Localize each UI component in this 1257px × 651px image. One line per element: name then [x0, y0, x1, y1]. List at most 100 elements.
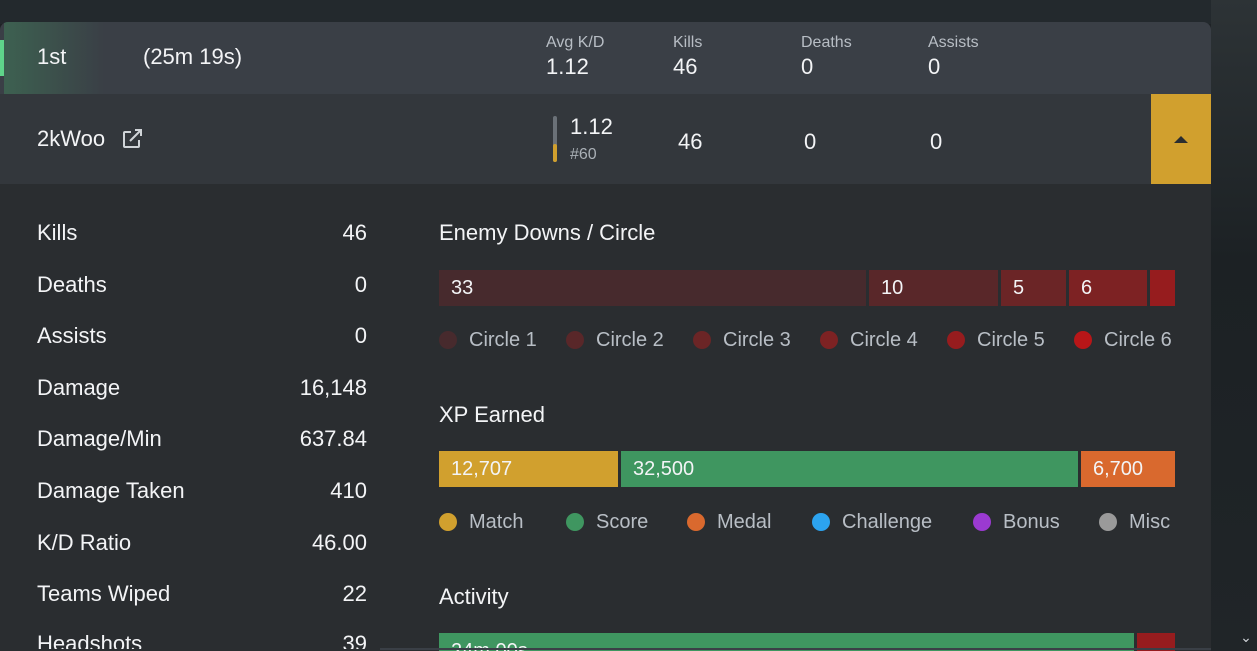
player-kd: 1.12	[570, 114, 613, 139]
stat-row: Damage/Min 637.84	[37, 426, 367, 456]
header-stat-value: 0	[801, 54, 814, 79]
legend-dot-icon	[812, 513, 830, 531]
legend-dot-icon	[693, 331, 711, 349]
stat-row: Assists 0	[37, 323, 367, 353]
header-stat-value: 0	[928, 54, 941, 79]
legend-dot-icon	[439, 331, 457, 349]
legend-label: Circle 2	[596, 329, 664, 351]
page-backdrop	[0, 0, 1257, 24]
bar-segment	[1150, 270, 1175, 306]
stat-value: 0	[354, 323, 367, 348]
stat-name: Headshots	[37, 631, 143, 649]
legend-label: Circle 6	[1104, 329, 1172, 351]
stat-value: 22	[342, 581, 367, 606]
legend-label: Medal	[717, 511, 772, 533]
legend-item[interactable]: Circle 3	[693, 329, 791, 352]
legend-item[interactable]: Circle 1	[439, 329, 537, 352]
xp-earned-title: XP Earned	[439, 402, 546, 427]
stat-row: Kills 46	[37, 220, 367, 250]
legend-item[interactable]: Bonus	[973, 511, 1060, 534]
enemy-downs-bar: 33 10 5 6	[439, 270, 1175, 306]
bar-segment: 33	[439, 270, 866, 306]
stat-row: Headshots 39	[37, 631, 367, 649]
header-stat-label: Avg K/D	[546, 34, 605, 51]
stat-row: Damage 16,148	[37, 375, 367, 405]
legend-dot-icon	[947, 331, 965, 349]
legend-dot-icon	[687, 513, 705, 531]
stat-row: Damage Taken 410	[37, 478, 367, 508]
legend-item[interactable]: Match	[439, 511, 523, 534]
legend-label: Challenge	[842, 511, 933, 533]
activity-title: Activity	[439, 584, 509, 609]
player-name-link[interactable]: 2kWoo	[37, 126, 105, 152]
stat-value: 39	[342, 631, 367, 649]
kd-rank-bar-fill	[553, 143, 557, 162]
stat-value: 46	[342, 220, 367, 245]
legend-dot-icon	[1074, 331, 1092, 349]
stat-value: 46.00	[311, 530, 367, 555]
legend-dot-icon	[566, 331, 584, 349]
legend-label: Circle 4	[850, 329, 918, 351]
legend-item[interactable]: Circle 2	[566, 329, 664, 352]
bar-segment: 10	[869, 270, 998, 306]
stat-name: Damage Taken	[37, 478, 185, 503]
bar-segment: 5	[1001, 270, 1066, 306]
legend-dot-icon	[566, 513, 584, 531]
stat-row: K/D Ratio 46.00	[37, 530, 367, 560]
stat-name: Damage/Min	[37, 426, 162, 451]
legend-item[interactable]: Circle 6	[1074, 329, 1172, 352]
match-header[interactable]: 1st (25m 19s) Avg K/D 1.12 Kills 46 Deat…	[0, 22, 1211, 94]
legend-label: Circle 5	[977, 329, 1045, 351]
header-stat-label: Assists	[928, 34, 979, 51]
scroll-down-icon[interactable]: ⌄	[1237, 628, 1255, 646]
legend-label: Score	[596, 511, 649, 533]
legend-dot-icon	[973, 513, 991, 531]
match-placement: 1st	[37, 44, 67, 69]
legend-item[interactable]: Misc	[1099, 511, 1170, 534]
legend-item[interactable]: Medal	[687, 511, 771, 534]
header-stat-label: Deaths	[801, 34, 852, 51]
legend-item[interactable]: Challenge	[812, 511, 932, 534]
legend-item[interactable]: Circle 5	[947, 329, 1045, 352]
bar-segment: 6	[1069, 270, 1147, 306]
stat-value: 410	[330, 478, 367, 503]
page-backdrop-right	[1211, 0, 1257, 651]
bar-segment: 6,700	[1081, 451, 1175, 487]
header-stat-assists: Assists 0	[928, 34, 979, 80]
legend-item[interactable]: Circle 4	[820, 329, 918, 352]
enemy-downs-title: Enemy Downs / Circle	[439, 220, 656, 245]
stat-value: 0	[354, 272, 367, 297]
stat-row: Deaths 0	[37, 272, 367, 302]
xp-earned-bar: 12,707 32,500 6,700	[439, 451, 1175, 487]
player-assists: 0	[930, 129, 943, 154]
player-deaths: 0	[804, 129, 817, 154]
divider	[380, 648, 1211, 650]
chevron-up-icon	[1174, 135, 1188, 143]
stat-name: Teams Wiped	[37, 581, 171, 606]
legend-label: Circle 3	[723, 329, 791, 351]
stat-row: Teams Wiped 22	[37, 581, 367, 611]
match-card: 1st (25m 19s) Avg K/D 1.12 Kills 46 Deat…	[0, 22, 1211, 651]
bar-segment: 12,707	[439, 451, 618, 487]
header-stat-label: Kills	[673, 34, 703, 51]
stat-name: Damage	[37, 375, 121, 400]
legend-dot-icon	[820, 331, 838, 349]
player-row[interactable]: 2kWoo 1.12 #60 46 0 0	[0, 94, 1211, 184]
place-accent-bar	[0, 40, 4, 76]
legend-item[interactable]: Score	[566, 511, 648, 534]
legend-dot-icon	[1099, 513, 1117, 531]
player-kills: 46	[678, 129, 703, 154]
legend-dot-icon	[439, 513, 457, 531]
player-kd-rank: #60	[570, 146, 597, 163]
header-stat-value: 46	[673, 54, 698, 79]
stat-value: 637.84	[299, 426, 367, 451]
external-link-icon[interactable]	[120, 127, 144, 151]
legend-label: Misc	[1129, 511, 1171, 533]
match-duration: (25m 19s)	[143, 44, 243, 69]
stat-name: Assists	[37, 323, 107, 348]
kd-rank-bar	[553, 116, 557, 162]
bar-segment: 32,500	[621, 451, 1078, 487]
stat-name: K/D Ratio	[37, 530, 132, 555]
stat-name: Kills	[37, 220, 78, 245]
collapse-button[interactable]	[1151, 94, 1211, 184]
